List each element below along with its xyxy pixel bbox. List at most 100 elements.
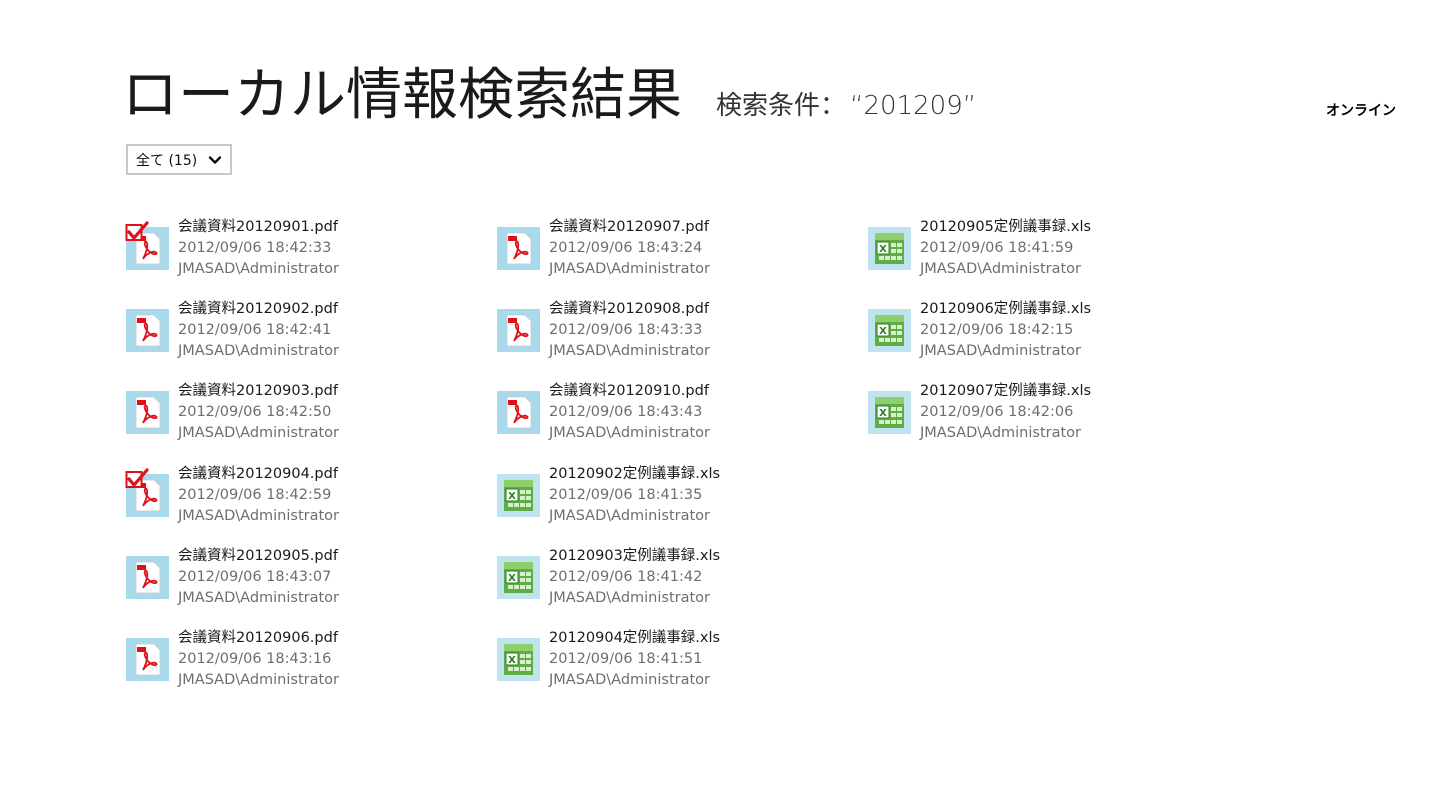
pdf-file-icon <box>126 391 169 435</box>
search-result-item[interactable]: X 20120907定例議事録.xls 2012/09/06 18:42:06 JM… <box>868 381 1208 451</box>
excel-file-icon: X <box>868 227 911 270</box>
file-modified-date: 2012/09/06 18:43:33 <box>549 322 703 339</box>
search-result-item[interactable]: X 20120903定例議事録.xls 2012/09/06 18:41:42 JM… <box>497 546 837 616</box>
file-modified-date: 2012/09/06 18:42:33 <box>178 240 332 256</box>
result-text: 20120907定例議事録.xls 2012/09/06 18:42:06 JMAS… <box>920 381 1091 444</box>
file-author: JMASAD\Administrator <box>178 343 339 360</box>
excel-file-icon: X <box>868 309 911 353</box>
file-name: 会議資料20120910.pdf <box>549 383 709 400</box>
result-text: 会議資料20120904.pdf 2012/09/06 18:42:59 JMASA… <box>178 464 339 527</box>
file-author: JMASAD\Administrator <box>549 589 710 606</box>
file-modified-date: 2012/09/06 18:43:16 <box>178 651 332 667</box>
search-condition-label: 検索条件： <box>716 91 847 121</box>
file-name: 20120902定例議事録.xls <box>549 465 721 482</box>
result-text: 会議資料20120905.pdf 2012/09/06 18:43:07 JMASA… <box>178 546 339 609</box>
result-text: 会議資料20120910.pdf 2012/09/06 18:43:43 JMASA… <box>549 381 710 444</box>
file-modified-date: 2012/09/06 18:43:43 <box>549 404 703 421</box>
search-result-item[interactable]: 会議資料20120904.pdf 2012/09/06 18:42:59 JMASA… <box>125 464 466 534</box>
svg-text:X: X <box>879 408 887 419</box>
result-text: 20120902定例議事録.xls 2012/09/06 18:41:35 JMAS… <box>549 464 720 527</box>
online-search-link[interactable]: オンライン <box>1326 100 1396 120</box>
search-result-item[interactable]: X 20120904定例議事録.xls 2012/09/06 18:41:51 JM… <box>497 628 837 698</box>
search-result-item[interactable]: 会議資料20120910.pdf 2012/09/06 18:43:43 JMASA… <box>497 381 837 451</box>
svg-text:X: X <box>508 573 516 584</box>
file-modified-date: 2012/09/06 18:42:41 <box>178 322 332 339</box>
search-condition-query: “201209” <box>850 91 977 121</box>
result-text: 20120904定例議事録.xls 2012/09/06 18:41:51 JMAS… <box>549 628 720 691</box>
search-result-item[interactable]: 会議資料20120902.pdf 2012/09/06 18:42:41 JMASA… <box>126 299 466 369</box>
file-modified-date: 2012/09/06 18:43:24 <box>549 240 703 256</box>
file-author: JMASAD\Administrator <box>549 425 710 442</box>
result-text: 会議資料20120908.pdf 2012/09/06 18:43:33 JMASA… <box>549 299 710 362</box>
file-name: 会議資料20120903.pdf <box>178 383 338 400</box>
file-modified-date: 2012/09/06 18:41:42 <box>549 568 703 585</box>
file-modified-date: 2012/09/06 18:42:59 <box>178 486 332 503</box>
pdf-file-icon <box>497 309 540 353</box>
search-results-page: ローカル情報検索結果 検索条件： “201209” オンライン 全て (15) 会… <box>0 0 1440 810</box>
search-result-item[interactable]: 会議資料20120905.pdf 2012/09/06 18:43:07 JMASA… <box>126 546 466 616</box>
file-name: 会議資料20120907.pdf <box>549 219 709 235</box>
file-name: 会議資料20120908.pdf <box>549 301 709 318</box>
file-author: JMASAD\Administrator <box>920 261 1081 277</box>
file-author: JMASAD\Administrator <box>549 261 710 277</box>
pdf-file-icon <box>497 391 540 435</box>
search-result-item[interactable]: 会議資料20120901.pdf 2012/09/06 18:42:33 JMASA… <box>125 217 466 287</box>
file-modified-date: 2012/09/06 18:42:15 <box>920 322 1074 339</box>
file-author: JMASAD\Administrator <box>549 343 710 360</box>
result-text: 会議資料20120903.pdf 2012/09/06 18:42:50 JMASA… <box>178 381 339 444</box>
file-author: JMASAD\Administrator <box>549 672 710 688</box>
search-result-item[interactable]: 会議資料20120903.pdf 2012/09/06 18:42:50 JMASA… <box>126 381 466 451</box>
filter-selected-label: 全て (15) <box>136 152 198 169</box>
file-modified-date: 2012/09/06 18:41:35 <box>549 486 703 503</box>
file-name: 会議資料20120906.pdf <box>178 630 338 646</box>
file-author: JMASAD\Administrator <box>178 261 339 277</box>
file-modified-date: 2012/09/06 18:42:06 <box>920 404 1074 421</box>
file-author: JMASAD\Administrator <box>920 425 1081 442</box>
search-result-item[interactable]: X 20120906定例議事録.xls 2012/09/06 18:42:15 JM… <box>868 299 1208 369</box>
pdf-file-icon <box>126 555 169 599</box>
svg-text:X: X <box>879 326 887 337</box>
file-modified-date: 2012/09/06 18:43:07 <box>178 568 332 585</box>
file-modified-date: 2012/09/06 18:42:50 <box>178 404 332 421</box>
file-author: JMASAD\Administrator <box>178 425 339 442</box>
file-name: 会議資料20120901.pdf <box>178 219 338 235</box>
file-name: 20120907定例議事録.xls <box>920 383 1092 400</box>
result-text: 会議資料20120901.pdf 2012/09/06 18:42:33 JMASA… <box>178 217 339 280</box>
pdf-file-icon <box>126 309 169 353</box>
file-name: 会議資料20120904.pdf <box>178 465 338 482</box>
pdf-file-icon <box>497 227 540 270</box>
search-result-item[interactable]: 会議資料20120906.pdf 2012/09/06 18:43:16 JMASA… <box>126 628 466 698</box>
search-result-item[interactable]: 会議資料20120907.pdf 2012/09/06 18:43:24 JMASA… <box>497 217 837 287</box>
excel-file-icon: X <box>868 391 911 435</box>
file-modified-date: 2012/09/06 18:41:51 <box>549 651 703 667</box>
result-text: 会議資料20120902.pdf 2012/09/06 18:42:41 JMASA… <box>178 299 339 362</box>
page-title: ローカル情報検索結果 <box>122 63 682 128</box>
file-name: 会議資料20120902.pdf <box>178 301 338 318</box>
file-author: JMASAD\Administrator <box>920 343 1081 360</box>
file-name: 20120906定例議事録.xls <box>920 301 1092 318</box>
file-name: 20120903定例議事録.xls <box>549 547 721 564</box>
file-name: 20120905定例議事録.xls <box>920 219 1092 235</box>
file-type-filter-dropdown[interactable]: 全て (15) <box>126 144 232 175</box>
search-condition: 検索条件： “201209” <box>716 85 976 122</box>
search-result-item[interactable]: X 20120902定例議事録.xls 2012/09/06 18:41:35 JM… <box>497 464 837 534</box>
file-author: JMASAD\Administrator <box>549 507 710 524</box>
search-result-item[interactable]: X 20120905定例議事録.xls 2012/09/06 18:41:59 JM… <box>868 217 1208 287</box>
file-author: JMASAD\Administrator <box>178 507 339 524</box>
selected-checkmark-icon[interactable] <box>125 467 151 490</box>
svg-text:X: X <box>879 244 887 255</box>
result-text: 会議資料20120907.pdf 2012/09/06 18:43:24 JMASA… <box>549 217 710 280</box>
svg-text:X: X <box>508 655 516 666</box>
selected-checkmark-icon[interactable] <box>125 221 151 243</box>
pdf-file-icon <box>126 638 169 681</box>
page-header: ローカル情報検索結果 検索条件： “201209” <box>122 50 976 131</box>
file-modified-date: 2012/09/06 18:41:59 <box>920 240 1074 256</box>
result-text: 会議資料20120906.pdf 2012/09/06 18:43:16 JMASA… <box>178 628 339 691</box>
result-text: 20120903定例議事録.xls 2012/09/06 18:41:42 JMAS… <box>549 546 720 609</box>
excel-file-icon: X <box>497 638 540 681</box>
file-author: JMASAD\Administrator <box>178 672 339 688</box>
chevron-down-icon <box>208 153 222 167</box>
result-text: 20120905定例議事録.xls 2012/09/06 18:41:59 JMAS… <box>920 217 1091 280</box>
result-text: 20120906定例議事録.xls 2012/09/06 18:42:15 JMAS… <box>920 299 1091 362</box>
search-result-item[interactable]: 会議資料20120908.pdf 2012/09/06 18:43:33 JMASA… <box>497 299 837 369</box>
